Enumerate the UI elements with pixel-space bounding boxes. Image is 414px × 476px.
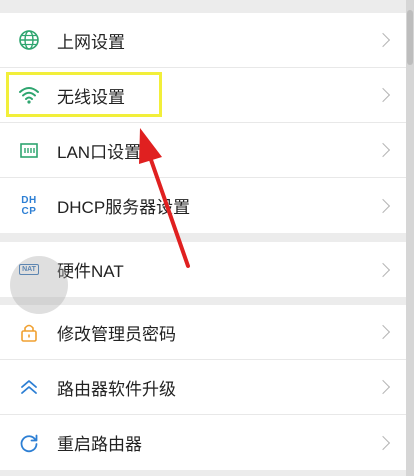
- dhcp-icon-text-bottom: CP: [21, 205, 37, 217]
- dhcp-icon: DH CP: [18, 195, 40, 217]
- settings-item-label: DHCP服务器设置: [57, 198, 191, 217]
- settings-item-internet[interactable]: 上网设置: [0, 13, 406, 68]
- highlight-box: [6, 72, 162, 117]
- dhcp-icon-text-top: DH: [21, 194, 37, 206]
- settings-item-reboot[interactable]: 重启路由器: [0, 415, 406, 470]
- settings-item-admin-password[interactable]: 修改管理员密码: [0, 305, 406, 360]
- settings-group-network: 上网设置 无线设置 LAN口设置 DH CP DHCP服务器设置: [0, 13, 406, 233]
- settings-item-label: 上网设置: [57, 32, 125, 52]
- settings-item-label: 修改管理员密码: [57, 324, 176, 344]
- chevron-right-icon: [375, 32, 391, 48]
- globe-icon: [18, 29, 40, 51]
- scrollbar-thumb[interactable]: [407, 10, 413, 65]
- double-chevron-up-icon: [18, 376, 40, 398]
- scrollbar-track[interactable]: [406, 0, 414, 476]
- settings-item-label: 路由器软件升级: [57, 379, 176, 399]
- settings-item-label: LAN口设置: [57, 142, 142, 162]
- lan-port-icon: [18, 139, 40, 161]
- lock-icon: [18, 321, 40, 343]
- chevron-right-icon: [375, 198, 391, 213]
- settings-item-lan[interactable]: LAN口设置: [0, 123, 406, 178]
- top-spacer: [0, 0, 414, 13]
- chevron-right-icon: [375, 87, 391, 103]
- chevron-right-icon: [375, 435, 391, 450]
- settings-item-label: 重启路由器: [57, 435, 142, 454]
- touch-indicator: [10, 256, 68, 314]
- chevron-right-icon: [375, 142, 391, 158]
- settings-group-system: 修改管理员密码 路由器软件升级 重启路由器: [0, 305, 406, 470]
- settings-item-firmware-upgrade[interactable]: 路由器软件升级: [0, 360, 406, 415]
- settings-item-dhcp[interactable]: DH CP DHCP服务器设置: [0, 178, 406, 233]
- chevron-right-icon: [375, 262, 391, 277]
- refresh-icon: [18, 432, 40, 454]
- chevron-right-icon: [375, 324, 391, 340]
- chevron-right-icon: [375, 379, 391, 395]
